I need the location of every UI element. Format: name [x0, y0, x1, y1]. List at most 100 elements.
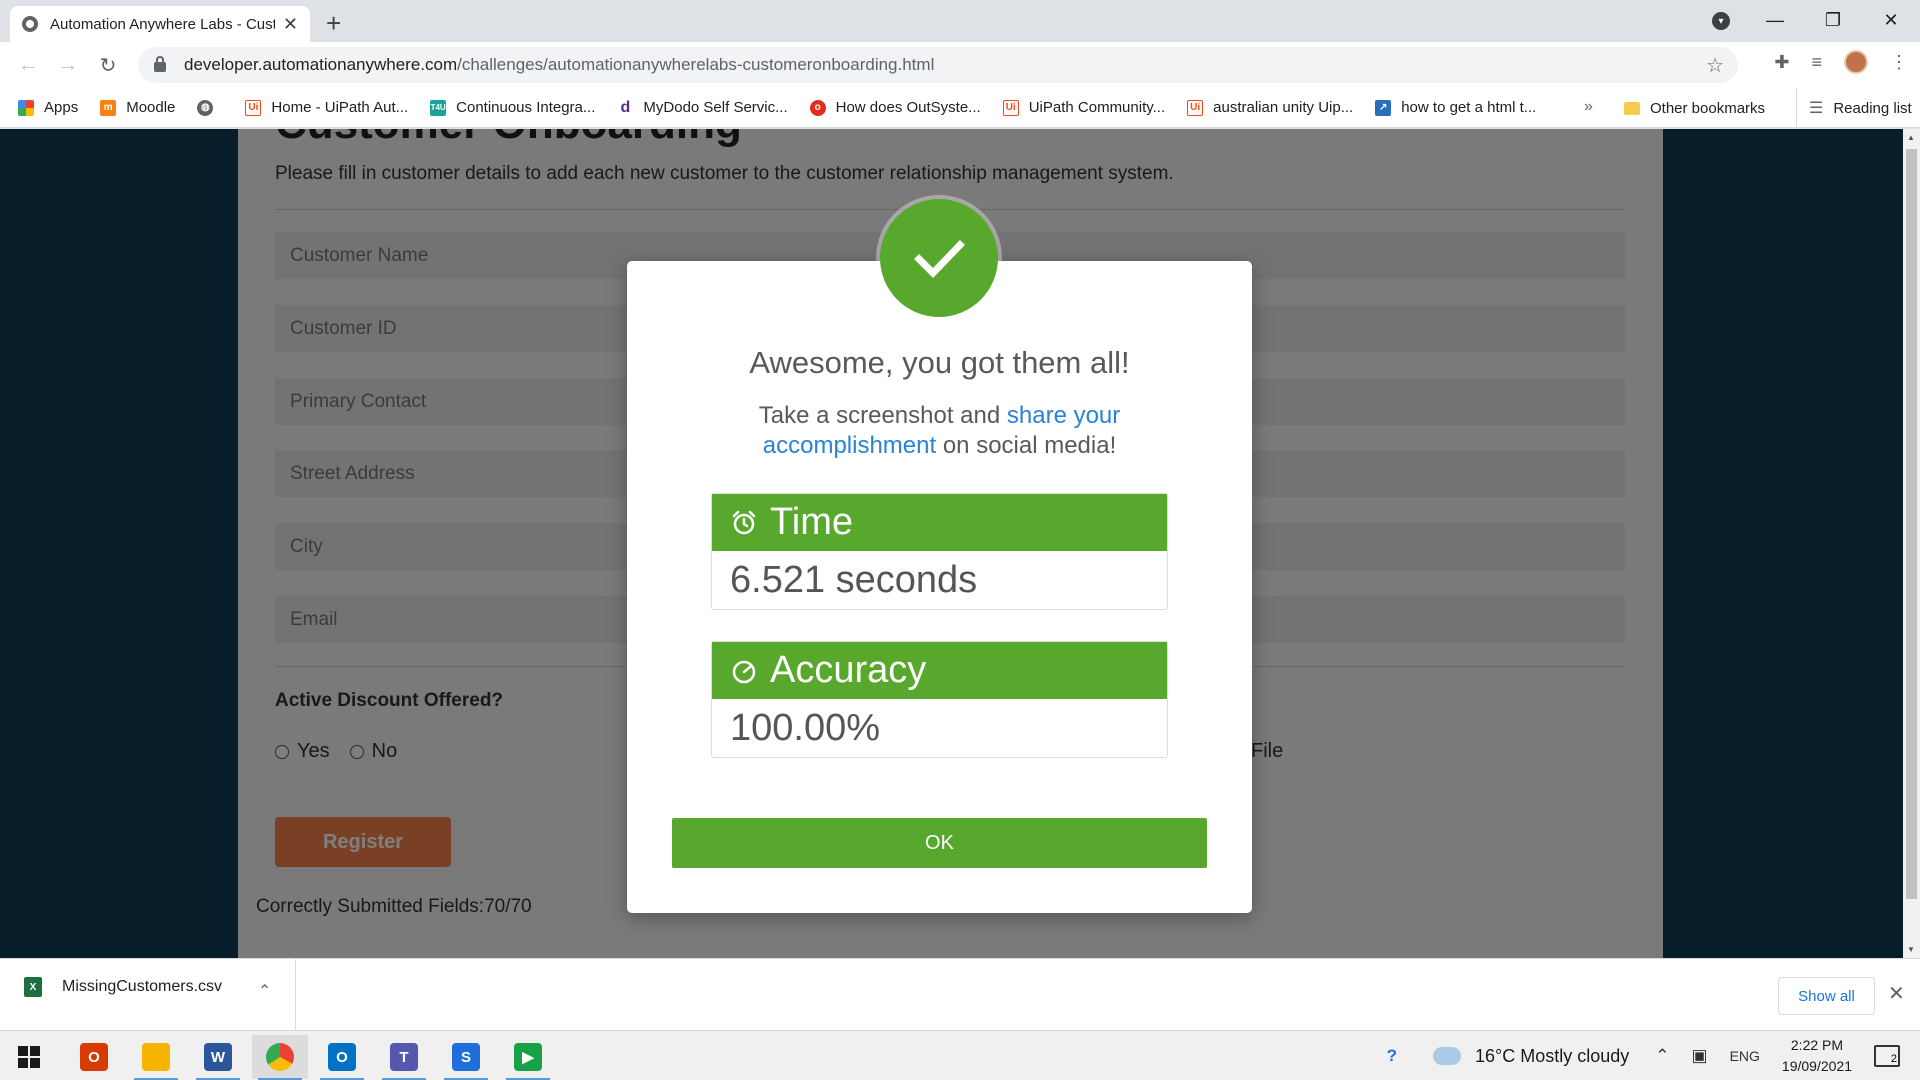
bookmark-uipath-home[interactable]: Ui Home - UiPath Aut...: [245, 99, 408, 116]
scroll-down-icon[interactable]: ▼: [1907, 945, 1915, 954]
tab-title: Automation Anywhere Labs - Customer Onbo…: [50, 15, 275, 33]
back-icon[interactable]: ←: [8, 54, 48, 77]
folder-icon: [142, 1043, 170, 1071]
bookmark-outsystems[interactable]: o How does OutSyste...: [809, 99, 981, 116]
media-player-icon: ▶: [514, 1043, 542, 1071]
windows-start-icon[interactable]: [18, 1046, 40, 1068]
other-bookmarks[interactable]: Other bookmarks: [1624, 88, 1765, 128]
toolbar-actions: ✚ ≡ ⋮: [1774, 50, 1908, 74]
window-controls: — ❐ ✕: [1746, 0, 1920, 40]
forward-icon[interactable]: →: [48, 54, 88, 77]
link-icon: ↗: [1375, 99, 1392, 116]
reading-list-icon: ☰: [1809, 100, 1824, 117]
office-icon: O: [80, 1043, 108, 1071]
cloud-icon: [1433, 1047, 1461, 1065]
download-file-name[interactable]: MissingCustomers.csv: [62, 978, 222, 996]
bookmarks-overflow-icon[interactable]: »: [1584, 98, 1593, 116]
message-text: Take a screenshot and: [758, 402, 1007, 429]
bookmark-australian-unity[interactable]: Ui australian unity Uip...: [1187, 99, 1353, 116]
close-window-icon[interactable]: ✕: [1862, 10, 1920, 31]
download-shelf: X MissingCustomers.csv ⌃ Show all ✕: [0, 958, 1920, 1031]
media-control-icon[interactable]: ≡: [1811, 52, 1822, 73]
browser-tab[interactable]: Automation Anywhere Labs - Customer Onbo…: [10, 6, 310, 42]
success-modal: Awesome, you got them all! Take a screen…: [627, 261, 1252, 913]
uipath-icon: Ui: [1002, 99, 1019, 116]
bookmark-label: how to get a html t...: [1401, 99, 1537, 116]
bookmark-label: How does OutSyste...: [835, 99, 981, 116]
chevron-up-icon[interactable]: ⌃: [1655, 1046, 1669, 1066]
language-indicator[interactable]: ENG: [1730, 1048, 1760, 1064]
chrome-menu-icon[interactable]: ⋮: [1890, 52, 1908, 73]
clock[interactable]: 2:22 PM 19/09/2021: [1782, 1035, 1852, 1077]
accuracy-panel: Accuracy 100.00%: [711, 641, 1168, 758]
bookmark-label: Apps: [44, 99, 79, 116]
bookmark-html-howto[interactable]: ↗ how to get a html t...: [1375, 99, 1536, 116]
bookmark-apps[interactable]: Apps: [18, 99, 78, 116]
bookmark-continuous-integration[interactable]: T4U Continuous Integra...: [430, 99, 595, 116]
extensions-icon[interactable]: ✚: [1774, 52, 1789, 73]
clock-date: 19/09/2021: [1781, 1058, 1852, 1074]
bookmark-globe[interactable]: ◍: [197, 99, 223, 116]
teams-icon: T: [390, 1043, 418, 1071]
chrome-icon: [266, 1043, 294, 1071]
modal-message: Take a screenshot and share your accompl…: [727, 401, 1152, 461]
bookmark-moodle[interactable]: m Moodle: [100, 99, 175, 116]
bookmark-label: australian unity Uip...: [1213, 99, 1354, 116]
reading-list-label: Reading list: [1833, 99, 1912, 117]
minimize-icon[interactable]: —: [1746, 10, 1804, 31]
outlook-icon: O: [328, 1043, 356, 1071]
folder-icon: [1624, 101, 1640, 115]
address-bar[interactable]: developer.automationanywhere.com/challen…: [138, 47, 1738, 83]
help-icon[interactable]: ?: [1387, 1046, 1397, 1066]
teams-app[interactable]: T: [376, 1035, 432, 1080]
accuracy-label: Accuracy: [770, 649, 927, 691]
time-label: Time: [770, 501, 854, 543]
bookmark-star-icon[interactable]: ☆: [1706, 53, 1724, 78]
time-panel: Time 6.521 seconds: [711, 493, 1168, 610]
restore-icon[interactable]: ❐: [1804, 10, 1862, 31]
show-all-button[interactable]: Show all: [1778, 977, 1875, 1015]
bookmark-label: UiPath Community...: [1028, 99, 1166, 116]
windows-taskbar: O W O T S ▶ ? 16°C Mostly cloudy ⌃ ▣ ENG…: [0, 1030, 1920, 1080]
lock-icon[interactable]: [154, 56, 166, 72]
outsystems-icon: o: [809, 99, 826, 116]
time-value: 6.521 seconds: [730, 558, 978, 601]
skype-app[interactable]: S: [438, 1035, 494, 1080]
accuracy-value: 100.00%: [730, 706, 881, 749]
profile-avatar[interactable]: [1844, 50, 1868, 74]
url-text[interactable]: developer.automationanywhere.com/challen…: [184, 55, 934, 75]
uipath-icon: Ui: [245, 99, 262, 116]
tab-search-icon[interactable]: ▾: [1712, 12, 1730, 30]
word-app[interactable]: W: [190, 1035, 246, 1080]
new-tab-icon[interactable]: +: [326, 8, 341, 39]
file-explorer-app[interactable]: [128, 1035, 184, 1080]
bookmark-mydodo[interactable]: d MyDodo Self Servic...: [617, 99, 788, 117]
moodle-icon: m: [100, 99, 117, 116]
skype-icon: S: [452, 1043, 480, 1071]
word-icon: W: [204, 1043, 232, 1071]
tab-strip: Automation Anywhere Labs - Customer Onbo…: [0, 0, 1920, 42]
outlook-app[interactable]: O: [314, 1035, 370, 1080]
notifications-icon[interactable]: 2: [1874, 1045, 1900, 1067]
network-icon[interactable]: ▣: [1692, 1046, 1708, 1066]
media-player-app[interactable]: ▶: [500, 1035, 556, 1080]
apps-grid-icon: [18, 99, 34, 116]
alarm-clock-icon: [730, 509, 758, 537]
page-scrollbar[interactable]: ▲ ▼: [1903, 129, 1920, 958]
weather-widget[interactable]: 16°C Mostly cloudy: [1433, 1046, 1629, 1067]
download-item[interactable]: X MissingCustomers.csv: [24, 977, 222, 997]
gauge-icon: [730, 657, 758, 685]
chrome-app[interactable]: [252, 1035, 308, 1080]
bookmark-uipath-community[interactable]: Ui UiPath Community...: [1002, 99, 1166, 116]
bookmark-label: Home - UiPath Aut...: [271, 99, 409, 116]
scrollbar-thumb[interactable]: [1906, 149, 1917, 899]
chevron-up-icon[interactable]: ⌃: [258, 981, 271, 1001]
reading-list[interactable]: ☰ Reading list: [1796, 88, 1912, 128]
scroll-up-icon[interactable]: ▲: [1907, 133, 1915, 142]
office-app[interactable]: O: [66, 1035, 122, 1079]
reload-icon[interactable]: ↻: [88, 53, 128, 78]
time-header: Time: [712, 494, 1167, 551]
ok-button[interactable]: OK: [672, 818, 1207, 868]
close-shelf-icon[interactable]: ✕: [1888, 981, 1905, 1006]
close-tab-icon[interactable]: ✕: [283, 14, 298, 35]
